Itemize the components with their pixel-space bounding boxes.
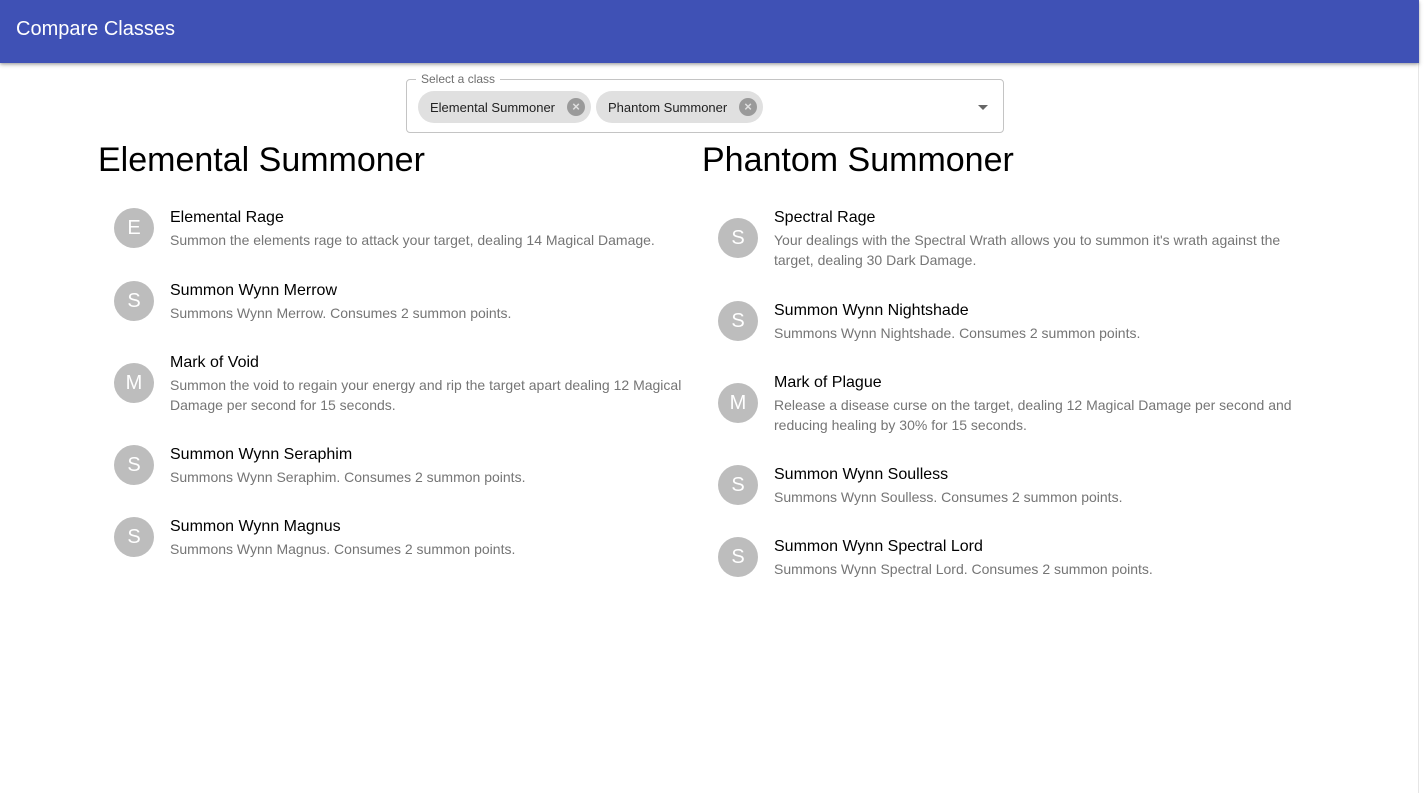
chip-delete-icon[interactable]: × [739,98,757,116]
chip-phantom-summoner[interactable]: Phantom Summoner × [596,91,763,123]
class-select-label: Select a class [416,72,501,86]
skill-avatar: S [718,301,758,341]
skill-avatar: E [114,208,154,248]
skill-description: Summons Wynn Spectral Lord. Consumes 2 s… [774,561,1153,577]
page-title: Compare Classes [16,18,175,40]
skill-description: Summons Wynn Soulless. Consumes 2 summon… [774,489,1123,505]
class-title: Elemental Summoner [98,141,425,179]
chip-label: Phantom Summoner [608,99,728,115]
skill-name: Elemental Rage [170,209,284,226]
skill-name: Summon Wynn Magnus [170,518,341,535]
skill-name: Summon Wynn Seraphim [170,446,353,463]
skill-avatar: S [718,218,758,258]
skill-description: Summons Wynn Nightshade. Consumes 2 summ… [774,325,1141,341]
class-column-phantom-summoner: Phantom Summoner S Spectral Rage Your de… [702,140,1302,577]
chip-label: Elemental Summoner [430,99,555,115]
skill-description: Your dealings with the Spectral Wrath al… [774,232,1281,268]
skill-name: Summon Wynn Merrow [170,282,338,299]
skill-description: Summons Wynn Magnus. Consumes 2 summon p… [170,541,516,557]
skill-avatar: M [114,363,154,403]
skill-description: Summons Wynn Merrow. Consumes 2 summon p… [170,305,512,321]
skill-name: Summon Wynn Nightshade [774,302,969,319]
skill-name: Summon Wynn Spectral Lord [774,538,983,555]
skill-avatar: S [718,537,758,577]
dropdown-arrow-icon[interactable] [978,105,988,110]
skill-name: Mark of Plague [774,374,882,391]
skill-name: Summon Wynn Soulless [774,466,949,483]
app-bar: Compare Classes [0,0,1419,63]
chip-elemental-summoner[interactable]: Elemental Summoner × [418,91,591,123]
class-column-elemental-summoner: Elemental Summoner E Elemental Rage Summ… [98,140,698,557]
scrollbar[interactable] [1418,0,1426,793]
skill-name: Spectral Rage [774,209,876,226]
skill-description: Release a disease curse on the target, d… [774,397,1292,433]
skill-avatar: S [114,517,154,557]
chip-delete-icon[interactable]: × [567,98,585,116]
skill-avatar: M [718,383,758,423]
skill-description: Summons Wynn Seraphim. Consumes 2 summon… [170,469,526,485]
skill-avatar: S [114,445,154,485]
skill-avatar: S [114,281,154,321]
class-select[interactable]: Select a class Elemental Summoner × Phan… [406,72,1004,133]
class-title: Phantom Summoner [702,141,1014,179]
skill-avatar: S [718,465,758,505]
skill-name: Mark of Void [170,354,259,371]
skill-description: Summon the void to regain your energy an… [170,377,682,413]
skill-description: Summon the elements rage to attack your … [170,232,655,248]
